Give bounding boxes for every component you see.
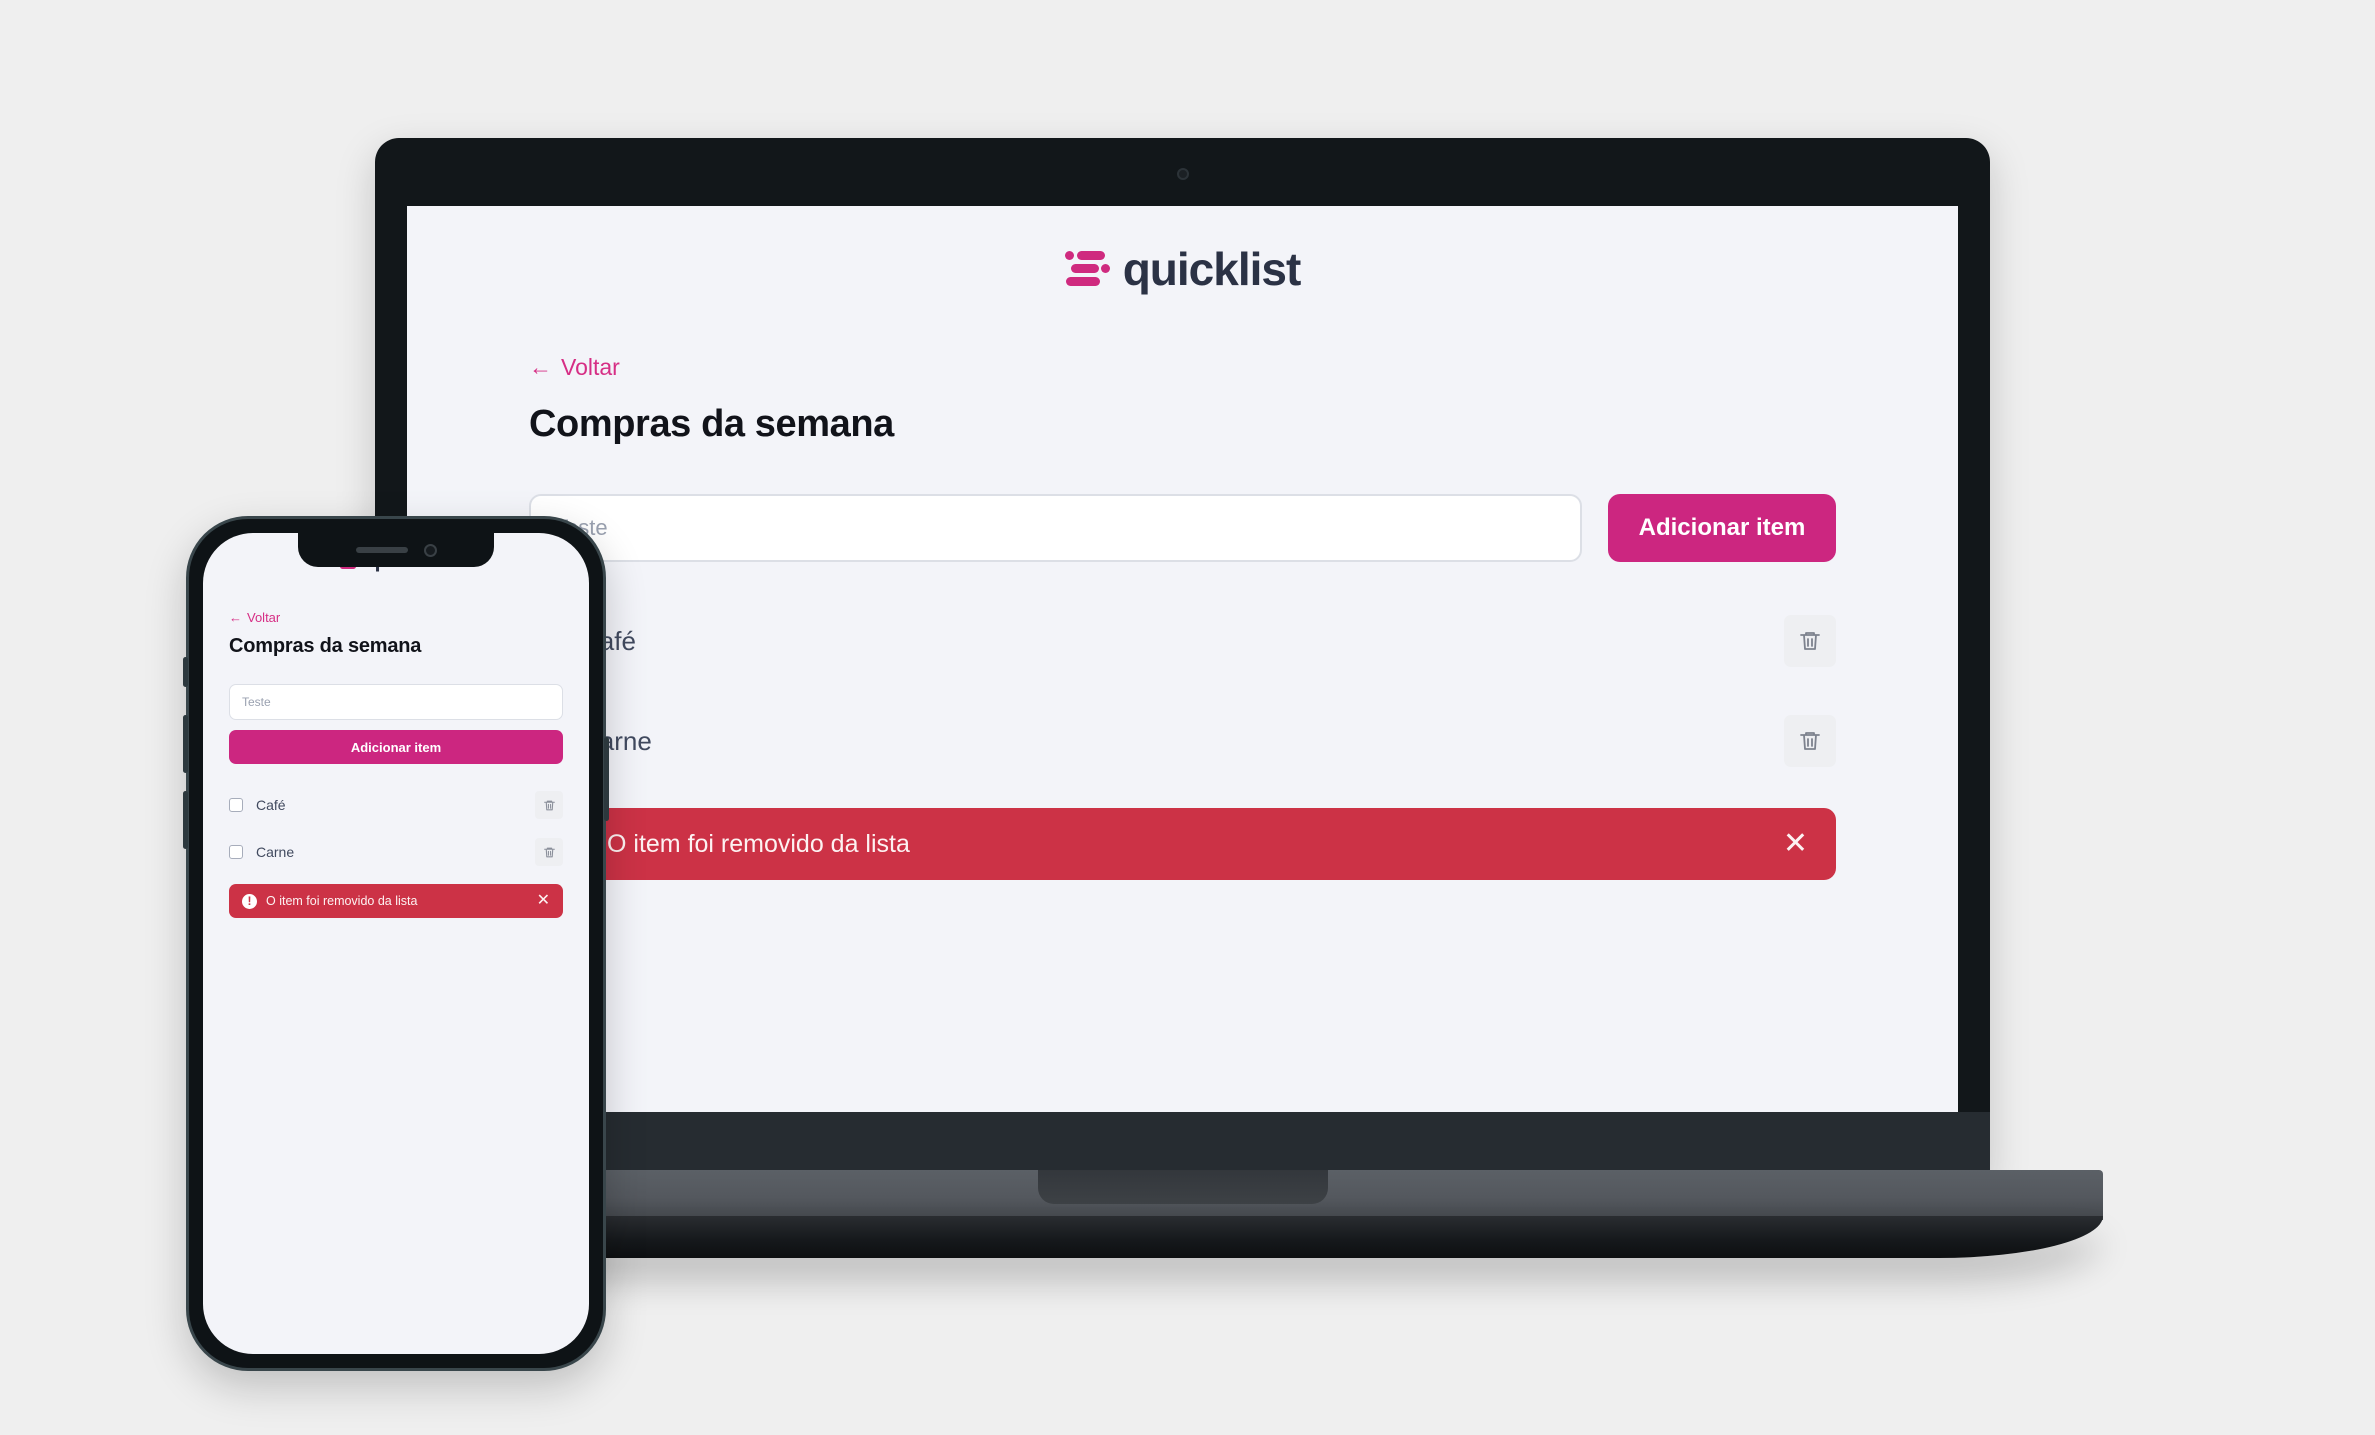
new-item-input[interactable]: [529, 494, 1582, 562]
add-item-form: Adicionar item: [529, 494, 1836, 562]
phone-add-item-button[interactable]: Adicionar item: [229, 730, 563, 764]
laptop-lid: quicklist ← Voltar Compras da semana Adi…: [375, 138, 1990, 1178]
app-header: quicklist: [407, 206, 1958, 296]
trash-icon: [543, 800, 555, 810]
webcam-icon: [1176, 168, 1189, 180]
delete-item-button[interactable]: [535, 838, 563, 866]
laptop-mockup: quicklist ← Voltar Compras da semana Adi…: [263, 138, 2103, 1258]
laptop-lid-chin: [375, 1112, 1990, 1178]
brand-name: quicklist: [1122, 243, 1302, 295]
phone-notch: [298, 533, 494, 567]
alert-message: O item foi removido da lista: [607, 829, 910, 858]
front-camera-icon: [423, 543, 437, 557]
app-main: ← Voltar Compras da semana Adicionar ite…: [407, 354, 1958, 880]
list-item: Carne: [529, 708, 1836, 774]
phone-app-main: ← Voltar Compras da semana Adicionar ite…: [203, 609, 589, 918]
phone-back-link[interactable]: ← Voltar: [229, 610, 280, 625]
laptop-base-notch: [1037, 1170, 1328, 1204]
laptop-top-bezel: [375, 138, 1990, 206]
trash-icon: [1800, 732, 1820, 750]
trash-icon: [1800, 632, 1820, 650]
trash-icon: [543, 847, 555, 857]
alert-banner: ! O item foi removido da lista ✕: [529, 808, 1836, 880]
phone-shopping-item-list: Café Carne: [229, 790, 563, 867]
back-link[interactable]: ← Voltar: [529, 354, 620, 381]
item-label: Café: [581, 625, 636, 656]
phone-alert-banner: ! O item foi removido da lista ✕: [229, 884, 563, 918]
quicklist-bars-logo-icon: [1064, 249, 1110, 289]
phone-back-link-label: Voltar: [247, 610, 281, 625]
laptop-screen: quicklist ← Voltar Compras da semana Adi…: [407, 206, 1958, 1112]
phone-screen: quicklist ← Voltar Compras da semana Adi…: [203, 533, 589, 1354]
phone-mute-switch[interactable]: [183, 657, 188, 687]
list-item: Carne: [229, 837, 563, 867]
phone-mockup: quicklist ← Voltar Compras da semana Adi…: [183, 516, 609, 1371]
list-item: Café: [529, 608, 1836, 674]
arrow-left-icon: ←: [529, 354, 552, 380]
delete-item-button[interactable]: [1784, 615, 1836, 667]
phone-power-button[interactable]: [604, 737, 609, 821]
item-checkbox[interactable]: [229, 798, 243, 812]
phone-new-item-input[interactable]: [229, 684, 563, 720]
brand-logo[interactable]: quicklist: [1064, 242, 1302, 296]
item-label: Carne: [256, 844, 295, 860]
add-item-button[interactable]: Adicionar item: [1608, 494, 1836, 562]
item-checkbox[interactable]: [229, 845, 243, 859]
shopping-item-list: Café Carne: [529, 608, 1836, 774]
alert-message: O item foi removido da lista: [266, 894, 418, 908]
arrow-left-icon: ←: [229, 610, 242, 625]
page-title: Compras da semana: [529, 403, 894, 445]
back-link-label: Voltar: [561, 354, 620, 380]
item-label: Carne: [581, 725, 652, 756]
close-alert-button[interactable]: ✕: [537, 893, 550, 909]
phone-volume-down-button[interactable]: [183, 791, 188, 849]
item-label: Café: [256, 797, 286, 813]
exclamation-circle-icon: !: [242, 893, 257, 909]
list-item: Café: [229, 790, 563, 820]
delete-item-button[interactable]: [1784, 715, 1836, 767]
close-alert-button[interactable]: ✕: [1783, 829, 1808, 859]
phone-page-title: Compras da semana: [229, 635, 422, 657]
earpiece-speaker-icon: [355, 547, 408, 553]
phone-volume-up-button[interactable]: [183, 715, 188, 773]
delete-item-button[interactable]: [535, 791, 563, 819]
